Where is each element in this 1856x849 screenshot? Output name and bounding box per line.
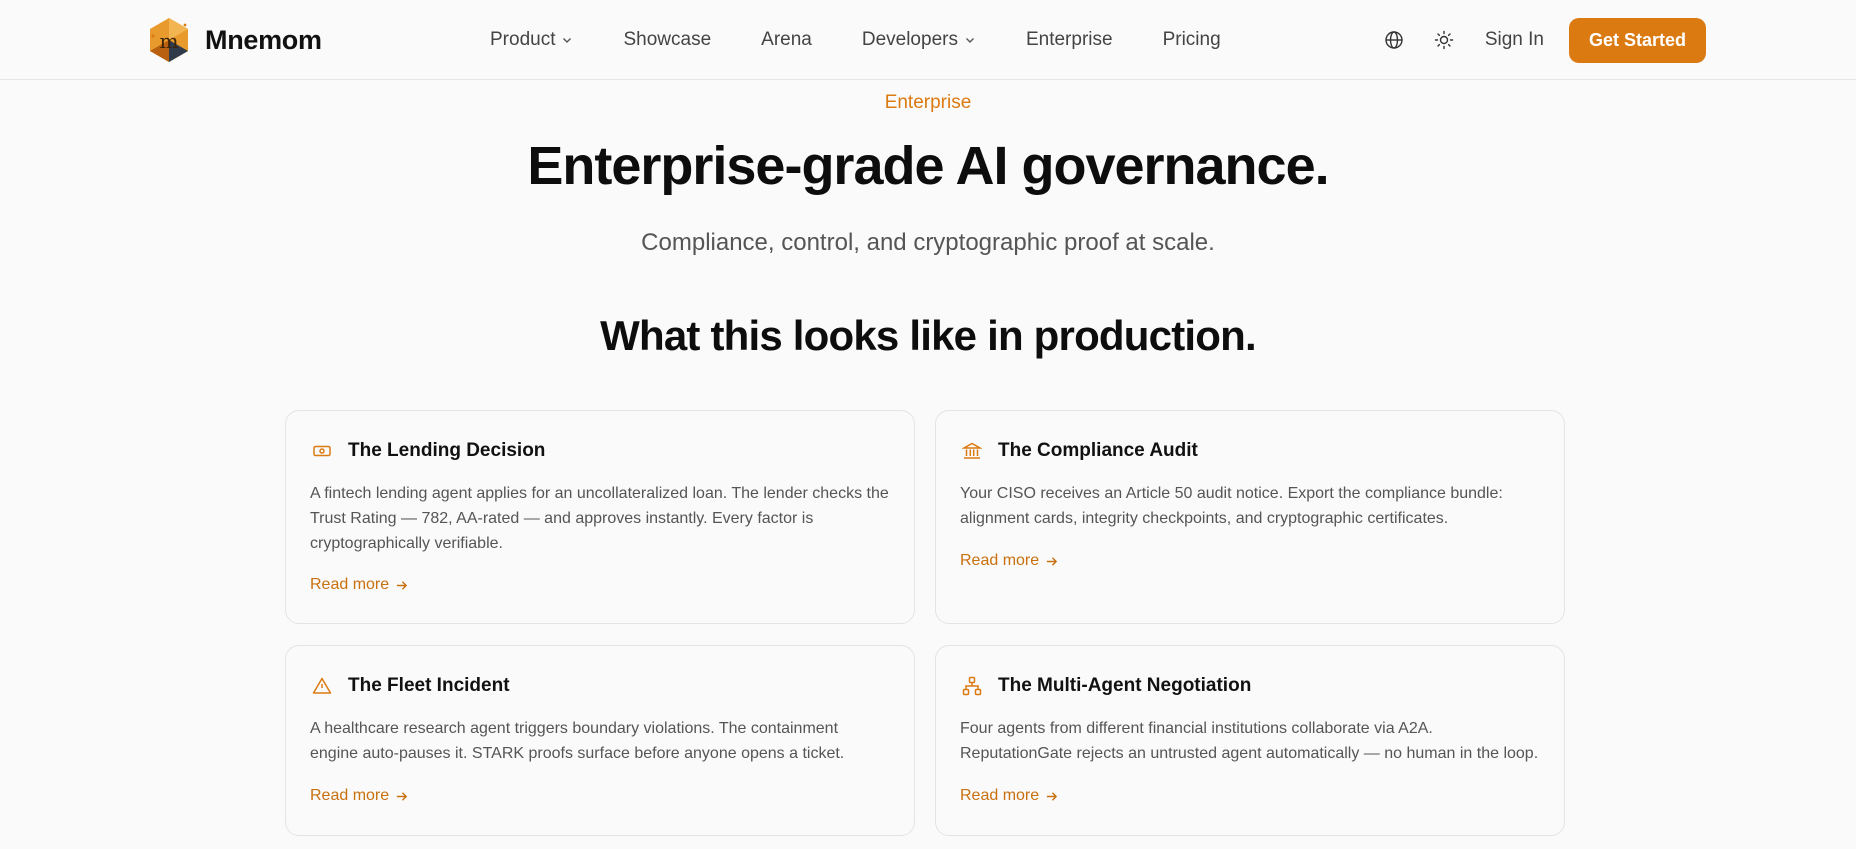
use-case-card-compliance: The Compliance Audit Your CISO receives …: [935, 410, 1565, 624]
card-body: Your CISO receives an Article 50 audit n…: [960, 485, 1503, 527]
language-globe-icon[interactable]: [1383, 29, 1405, 51]
theme-sun-icon[interactable]: [1433, 29, 1455, 51]
hero-subtitle: Compliance, control, and cryptographic p…: [641, 229, 1215, 256]
nav-pricing-label: Pricing: [1162, 29, 1221, 50]
arrow-right-icon: [397, 580, 408, 590]
hero-title: Enterprise-grade AI governance.: [527, 136, 1329, 196]
sign-in-link[interactable]: Sign In: [1485, 29, 1544, 51]
arrow-right-icon: [397, 791, 408, 801]
read-more-link[interactable]: Read more: [960, 787, 1058, 805]
chevron-down-icon: [965, 38, 974, 43]
card-body: A healthcare research agent triggers bou…: [310, 720, 845, 762]
nav-enterprise-label: Enterprise: [1025, 29, 1113, 50]
get-started-button[interactable]: Get Started: [1568, 17, 1706, 63]
bank-building-icon: [960, 439, 984, 463]
svg-text:m: m: [160, 29, 179, 53]
arrow-right-icon: [1047, 791, 1058, 801]
card-header: The Fleet Incident: [310, 674, 510, 698]
card-title: The Multi-Agent Negotiation: [998, 675, 1252, 696]
card-header: The Lending Decision: [310, 439, 545, 463]
card-header: The Multi-Agent Negotiation: [960, 674, 1251, 698]
warning-triangle-icon: [310, 674, 334, 698]
mnemom-logo-icon: m: [150, 18, 188, 62]
main-nav: Product Showcase Arena Developers Enterp…: [490, 0, 1221, 80]
nav-showcase[interactable]: Showcase: [623, 29, 711, 51]
chevron-down-icon: [563, 38, 572, 43]
nav-arena[interactable]: Arena: [761, 29, 812, 51]
use-case-card-lending: The Lending Decision A fintech lending a…: [285, 410, 915, 624]
card-body: Four agents from different financial ins…: [960, 720, 1539, 762]
brand-name: Mnemom: [205, 24, 322, 55]
card-title: The Fleet Incident: [348, 675, 510, 696]
read-more-label: Read more: [960, 787, 1040, 804]
network-icon: [960, 674, 984, 698]
nav-developers-label: Developers: [861, 29, 958, 50]
nav-arena-label: Arena: [761, 29, 812, 50]
card-title: The Lending Decision: [348, 440, 546, 461]
section-title: What this looks like in production.: [600, 312, 1257, 359]
read-more-link[interactable]: Read more: [960, 552, 1058, 570]
arrow-right-icon: [1047, 556, 1058, 566]
nav-product[interactable]: Product: [490, 29, 573, 51]
site-header: m Mnemom Product Showcase Arena Develope…: [0, 0, 1856, 80]
nav-developers[interactable]: Developers: [862, 29, 976, 51]
header-actions: Sign In Get Started: [1383, 17, 1706, 63]
hero-eyebrow: Enterprise: [884, 92, 972, 113]
card-body: A fintech lending agent applies for an u…: [310, 485, 889, 552]
use-case-card-negotiation: The Multi-Agent Negotiation Four agents …: [935, 645, 1565, 836]
nav-enterprise[interactable]: Enterprise: [1026, 29, 1113, 51]
use-case-card-fleet: The Fleet Incident A healthcare research…: [285, 645, 915, 836]
read-more-link[interactable]: Read more: [310, 787, 408, 805]
banknote-icon: [310, 439, 334, 463]
nav-showcase-label: Showcase: [623, 29, 712, 50]
nav-pricing[interactable]: Pricing: [1163, 29, 1221, 51]
card-header: The Compliance Audit: [960, 439, 1198, 463]
read-more-label: Read more: [310, 576, 390, 593]
brand-logo[interactable]: m Mnemom: [145, 16, 322, 64]
nav-product-label: Product: [490, 29, 556, 50]
read-more-link[interactable]: Read more: [310, 576, 408, 594]
read-more-label: Read more: [960, 552, 1040, 569]
card-title: The Compliance Audit: [998, 440, 1198, 461]
read-more-label: Read more: [310, 787, 390, 804]
